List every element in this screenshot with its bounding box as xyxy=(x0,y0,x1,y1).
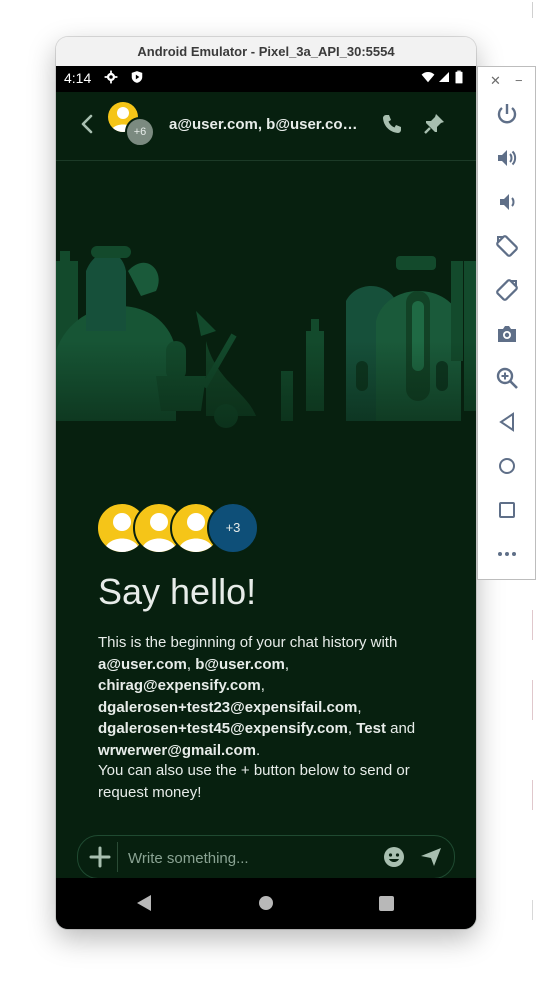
more-icon[interactable] xyxy=(495,542,519,566)
intro-suffix: . xyxy=(256,741,261,759)
participant-name[interactable]: dgalerosen+test45@expensify.com xyxy=(98,720,348,737)
device-screen: 4:14 +6 a@user.com, b@user.com, +3 Say h… xyxy=(56,66,476,929)
phone-icon[interactable] xyxy=(380,112,404,136)
separator: , xyxy=(357,698,362,716)
separator: , xyxy=(347,720,357,737)
intro-prefix: This is the beginning of your chat histo… xyxy=(98,634,398,651)
emoji-icon[interactable] xyxy=(382,845,406,869)
nav-overview-icon[interactable] xyxy=(379,896,394,911)
volume-up-icon[interactable] xyxy=(495,146,519,170)
chat-title[interactable]: a@user.com, b@user.com, chirag@expensify… xyxy=(169,116,369,133)
nav-home-icon[interactable] xyxy=(259,896,273,910)
overview-icon[interactable] xyxy=(495,498,519,522)
android-nav-bar xyxy=(56,878,476,929)
more-participants-badge[interactable]: +3 xyxy=(207,502,259,554)
emulator-window: Android Emulator - Pixel_3a_API_30:5554 … xyxy=(56,37,476,929)
edge-mark-decoration xyxy=(532,780,533,810)
separator: , xyxy=(260,677,265,694)
wifi-icon xyxy=(421,72,435,83)
shield-icon xyxy=(131,71,143,83)
nav-back-icon[interactable] xyxy=(136,894,152,912)
message-input[interactable] xyxy=(126,846,370,870)
rotate-left-icon[interactable] xyxy=(495,234,519,258)
volume-down-icon[interactable] xyxy=(495,190,519,214)
signal-icon xyxy=(439,72,449,82)
separator: and xyxy=(385,720,416,737)
welcome-illustration xyxy=(56,246,476,491)
composer-divider xyxy=(117,842,118,872)
rotate-right-icon[interactable] xyxy=(495,278,519,302)
participant-name[interactable]: chirag@expensify.com xyxy=(98,677,261,694)
status-bar: 4:14 xyxy=(56,66,476,92)
participant-name[interactable]: Test xyxy=(356,720,386,737)
participant-name[interactable]: a@user.com xyxy=(98,656,187,673)
participant-name[interactable]: wrwerwer@gmail.com xyxy=(98,742,256,759)
back-icon[interactable] xyxy=(495,410,519,434)
edge-mark-decoration xyxy=(532,900,533,920)
chat-intro-text: This is the beginning of your chat histo… xyxy=(98,632,438,761)
plus-icon[interactable] xyxy=(88,845,112,869)
status-time: 4:14 xyxy=(64,70,92,86)
pin-icon[interactable] xyxy=(422,112,446,136)
close-icon[interactable]: ✕ xyxy=(490,73,501,89)
say-hello-heading: Say hello! xyxy=(98,571,257,612)
minimize-icon[interactable]: − xyxy=(515,73,523,88)
edge-mark-decoration xyxy=(532,2,533,18)
message-composer xyxy=(77,835,455,879)
send-icon[interactable] xyxy=(419,845,443,869)
zoom-icon[interactable] xyxy=(495,366,519,390)
battery-icon xyxy=(455,70,463,84)
home-icon[interactable] xyxy=(495,454,519,478)
camera-icon[interactable] xyxy=(495,322,519,346)
separator: , xyxy=(284,655,290,673)
window-title: Android Emulator - Pixel_3a_API_30:5554 xyxy=(56,37,476,67)
participant-name[interactable]: b@user.com xyxy=(195,656,285,673)
header-participants-badge[interactable]: +6 xyxy=(125,117,155,147)
participant-name[interactable]: dgalerosen+test23@expensifail.com xyxy=(98,699,357,716)
settings-gear-icon xyxy=(104,70,118,84)
plus-hint-text: You can also use the + button below to s… xyxy=(98,762,410,801)
edge-mark-decoration xyxy=(532,610,533,640)
edge-mark-decoration xyxy=(532,680,533,720)
chat-header: +6 a@user.com, b@user.com, chirag@expens… xyxy=(56,92,476,161)
back-arrow-icon[interactable] xyxy=(76,112,100,136)
separator: , xyxy=(186,655,196,673)
emulator-side-toolbar: ✕ − xyxy=(477,66,536,580)
power-icon[interactable] xyxy=(495,102,519,126)
